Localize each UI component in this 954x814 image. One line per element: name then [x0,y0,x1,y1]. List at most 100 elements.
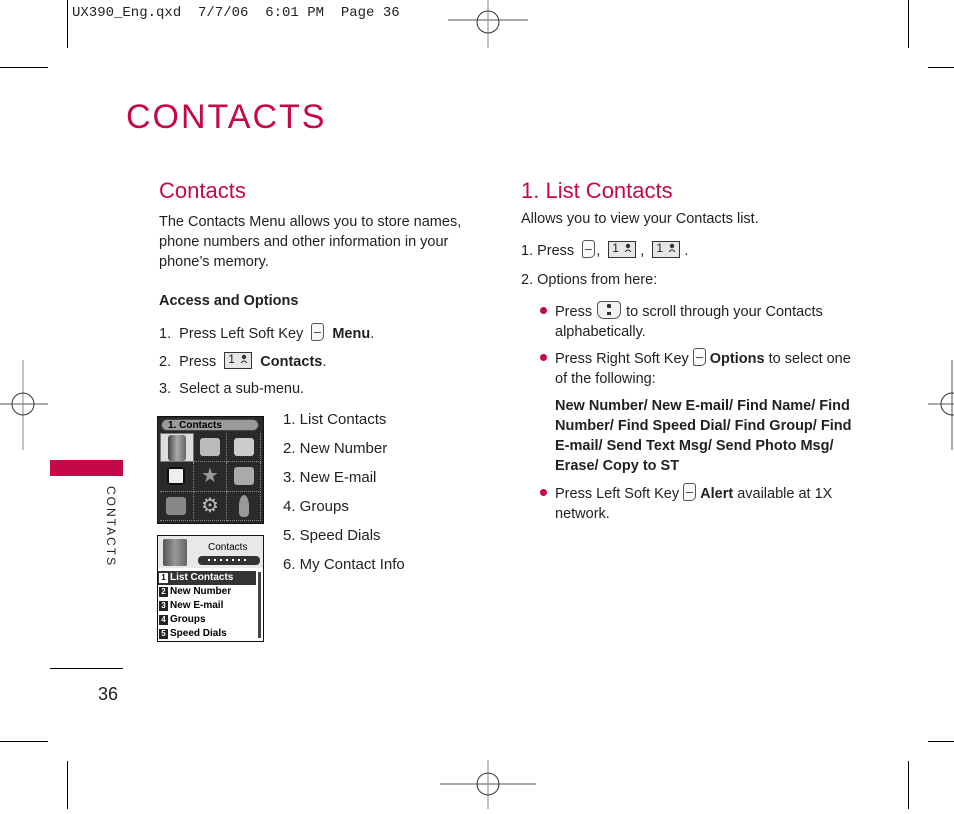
bullet-text: Press Left Soft Key [555,486,680,502]
crop-mark [908,761,909,809]
submenu-item: 4. Groups [283,498,349,515]
bullet-text: Press Right Soft Key [555,351,689,367]
key-1-list-contacts-icon: 1 [652,241,681,258]
item-number: 5 [159,629,168,639]
screen-header: Contacts [158,536,263,568]
registration-mark-icon [448,0,528,53]
bullet-bold: Alert [700,486,734,502]
crop-mark [0,741,48,742]
side-tab-bar [50,460,123,476]
bullet-text: to scroll through your Contacts [626,304,823,320]
bullet-icon [540,307,547,314]
options-line: E-mail/ Send Text Msg/ Send Photo Msg/ [555,438,834,454]
registration-mark-icon [0,360,50,455]
menu-icon-grid: ★ ⚙ [160,433,261,521]
key-1-contacts-icon: 1 [224,352,253,369]
key-1-contacts-icon: 1 [608,241,637,258]
submenu-list: 1. List Contacts 2. New Number 3. New E-… [283,411,405,585]
screen-list-item: 3 New E-mail [158,599,256,613]
step-2: 2. Press 1 Contacts. [159,352,326,370]
item-label: List Contacts [170,572,234,583]
section-heading-contacts: Contacts [159,178,246,203]
submenu-item: 3. New E-mail [283,469,377,486]
item-number: 4 [159,615,168,625]
phone-screen-menu-grid: 1. Contacts ★ ⚙ [157,416,264,524]
intro-paragraph: The Contacts Menu allows you to store na… [159,212,461,272]
bullet-text: network. [555,506,610,522]
key-label: 1 [612,241,619,255]
bullet-text: alphabetically. [555,324,646,340]
submenu-item: 5. Speed Dials [283,527,381,544]
side-tab-label: CONTACTS [104,486,118,568]
crop-mark [0,67,48,68]
step-text: 1. Press [521,243,575,259]
step-bold: Contacts [260,354,323,370]
key-label: 1 [656,241,664,255]
email-icon [227,433,261,463]
section-heading-list-contacts: 1. List Contacts [521,178,673,203]
item-label: Speed Dials [170,628,227,639]
contacts-book-icon [160,433,194,463]
submenu-item: 1. List Contacts [283,411,387,428]
nav-key-icon [597,301,622,319]
item-number: 2 [159,587,168,597]
access-options-heading: Access and Options [159,293,299,309]
item-label: New E-mail [170,600,224,611]
step-punct: . [370,326,375,342]
bullet-text: available at 1X [737,486,833,502]
step-text: Select a sub-menu. [179,381,305,397]
crop-mark [67,0,68,48]
step-1: 1. Press Left Soft Key Menu. [159,323,374,342]
left-soft-key-icon [311,323,325,341]
step-punct: . [322,354,327,370]
phone-screen-contacts-list: Contacts 1 List Contacts 2 New Number 3 New… [157,535,264,642]
step-number: 3. [159,381,172,397]
separator: , [596,243,601,259]
page-number: 36 [98,684,119,704]
options-line: Number/ Find Speed Dial/ Find Group/ Fin… [555,418,852,434]
step-bold: Menu [332,326,371,342]
step-text: Press [179,354,217,370]
screen-list-item: 1 List Contacts [158,571,256,585]
bullet-text: Press [555,304,593,320]
item-label: Groups [170,614,206,625]
step-text: Press Left Soft Key [179,326,304,342]
list-step-1: 1. Press , 1, 1. [521,240,688,259]
registration-mark-icon [440,760,540,814]
step-3: 3. Select a sub-menu. [159,381,304,397]
separator: , [640,243,645,259]
options-line: New Number/ New E-mail/ Find Name/ Find [555,398,850,414]
intro-line: phone’s memory. [159,254,269,270]
chapter-title: CONTACTS [126,98,327,136]
messages-icon [193,433,228,463]
options-list: New Number/ New E-mail/ Find Name/ Find … [555,396,851,476]
list-step-2: 2. Options from here: [521,272,658,288]
left-soft-key-icon [683,483,697,501]
calendar-icon [160,462,194,492]
option-bullet-alert: Press Left Soft Key Alert available at 1X… [555,483,832,524]
option-bullet-scroll: Press to scroll through your Contacts alp… [555,301,823,342]
option-bullet-options: Press Right Soft Key Options to select on… [555,348,851,389]
registration-mark-icon [926,360,954,455]
bullet-text: to select one [768,351,851,367]
list-contacts-intro: Allows you to view your Contacts list. [521,211,759,227]
bullet-icon [540,354,547,361]
tools-icon [227,462,261,492]
left-soft-key-icon [582,240,596,258]
footer-rule [50,668,123,669]
bullet-text: of the following: [555,371,656,387]
crop-mark [928,741,954,742]
item-number: 1 [159,573,168,583]
bullet-icon [540,489,547,496]
briefcase-icon [160,491,194,521]
submenu-item: 2. New Number [283,440,388,457]
screen-menu-list: 1 List Contacts 2 New Number 3 New E-mail 4… [158,571,256,641]
crop-mark [928,67,954,68]
item-label: New Number [170,586,232,597]
screen-list-item: 2 New Number [158,585,256,599]
options-line: Erase/ Copy to ST [555,458,680,474]
bullet-bold: Options [709,351,765,367]
right-soft-key-icon [692,348,706,366]
intro-line: The Contacts Menu allows you to store na… [159,214,462,230]
submenu-item: 6. My Contact Info [283,556,405,573]
